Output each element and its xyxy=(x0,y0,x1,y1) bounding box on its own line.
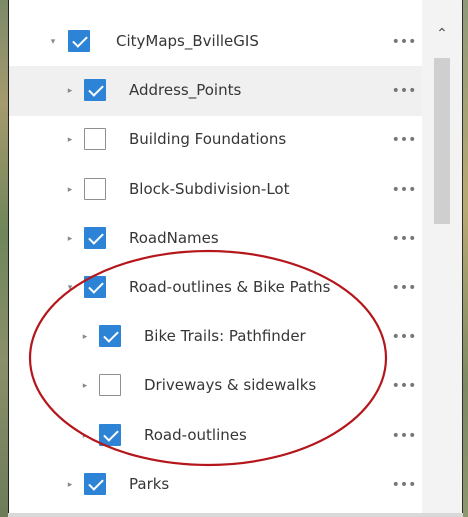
layer-label: Road-outlines xyxy=(144,425,247,444)
layer-row-citymaps-bvillegis[interactable]: ▾ CityMaps_BvilleGIS ••• xyxy=(9,17,422,67)
layer-row-address-points[interactable]: ▸ Address_Points ••• xyxy=(9,66,422,117)
scroll-thumb[interactable] xyxy=(434,58,450,224)
layer-label: Road-outlines & Bike Paths xyxy=(129,278,331,296)
chevron-down-icon[interactable]: ▾ xyxy=(65,282,75,294)
layer-visibility-checkbox[interactable] xyxy=(99,374,121,397)
more-options-icon[interactable]: ••• xyxy=(389,180,419,200)
layer-row-road-outlines-bike-paths[interactable]: ▾ Road-outlines & Bike Paths ••• xyxy=(9,263,422,313)
layer-visibility-checkbox[interactable] xyxy=(99,325,121,348)
layer-visibility-checkbox[interactable] xyxy=(84,177,106,200)
more-options-icon[interactable]: ••• xyxy=(389,376,419,396)
layer-row-bike-trails-pathfinder[interactable]: ▸ Bike Trails: Pathfinder ••• xyxy=(9,312,422,362)
layer-label: Block-Subdivision-Lot xyxy=(129,179,290,198)
more-options-icon[interactable]: ••• xyxy=(389,327,419,347)
layer-label: Building Foundations xyxy=(129,130,287,149)
panel-bottom-edge xyxy=(8,513,463,517)
layer-visibility-checkbox[interactable] xyxy=(84,79,106,102)
layer-visibility-checkbox[interactable] xyxy=(99,423,121,446)
layer-label: Parks xyxy=(129,474,170,493)
chevron-down-icon[interactable]: ▾ xyxy=(48,36,58,48)
layer-visibility-checkbox[interactable] xyxy=(84,128,106,151)
chevron-right-icon[interactable]: ▸ xyxy=(65,233,75,245)
layer-row-roadnames[interactable]: ▸ RoadNames ••• xyxy=(9,214,422,264)
more-options-icon[interactable]: ••• xyxy=(389,32,419,52)
scroll-up-arrow-icon[interactable]: ⌃ xyxy=(432,24,452,44)
layer-row-block-subdivision-lot[interactable]: ▸ Block-Subdivision-Lot ••• xyxy=(9,165,422,215)
chevron-right-icon[interactable]: ▸ xyxy=(80,380,90,392)
chevron-right-icon[interactable]: ▸ xyxy=(65,184,75,196)
layer-label: CityMaps_BvilleGIS xyxy=(116,32,259,50)
more-options-icon[interactable]: ••• xyxy=(389,475,419,495)
layer-row-parks[interactable]: ▸ Parks ••• xyxy=(9,460,422,510)
layer-visibility-checkbox[interactable] xyxy=(84,276,106,298)
layer-list-panel: ▾ CityMaps_BvilleGIS ••• ▸ Address_Points •••… xyxy=(9,0,422,513)
more-options-icon[interactable]: ••• xyxy=(389,278,419,298)
chevron-right-icon[interactable]: ▸ xyxy=(65,134,75,146)
more-options-icon[interactable]: ••• xyxy=(389,426,419,446)
layer-visibility-checkbox[interactable] xyxy=(84,472,106,495)
vertical-scrollbar[interactable]: ⌃ xyxy=(422,0,462,513)
layer-row-road-outlines[interactable]: ▸ Road-outlines ••• xyxy=(9,411,422,461)
chevron-right-icon[interactable]: ▸ xyxy=(80,331,90,343)
layer-label: Driveways & sidewalks xyxy=(144,376,317,395)
layer-row-driveways-sidewalks[interactable]: ▸ Driveways & sidewalks ••• xyxy=(9,361,422,411)
chevron-right-icon[interactable]: ▸ xyxy=(80,430,90,442)
layer-row-building-foundations[interactable]: ▸ Building Foundations ••• xyxy=(9,115,422,165)
chevron-right-icon[interactable]: ▸ xyxy=(65,479,75,491)
map-edge-left xyxy=(0,0,8,517)
more-options-icon[interactable]: ••• xyxy=(389,130,419,150)
map-edge-right xyxy=(463,0,468,517)
layer-visibility-checkbox[interactable] xyxy=(84,226,106,249)
layer-visibility-checkbox[interactable] xyxy=(68,30,90,52)
layer-label: RoadNames xyxy=(129,228,219,247)
layer-label: Bike Trails: Pathfinder xyxy=(144,327,306,346)
more-options-icon[interactable]: ••• xyxy=(389,81,419,101)
more-options-icon[interactable]: ••• xyxy=(389,229,419,249)
chevron-right-icon[interactable]: ▸ xyxy=(65,85,75,97)
layer-label: Address_Points xyxy=(129,81,242,100)
